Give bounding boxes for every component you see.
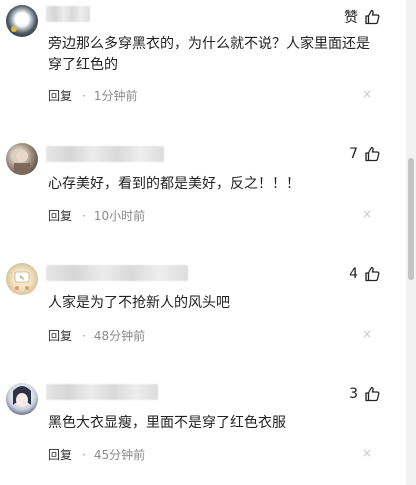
close-icon[interactable]: × [362,446,372,460]
reply-button[interactable]: 回复 [48,446,72,463]
timestamp: 45分钟前 [93,448,146,462]
thumbs-up-icon [365,386,380,402]
comment-meta: 回复 · 45分钟前 [48,446,145,463]
comment-text: 黑色大衣显瘦，里面不是穿了红色衣服 [48,415,286,431]
anime-icon [13,386,31,407]
scrollbar-thumb[interactable] [408,158,414,280]
like-button[interactable]: 3 [349,386,380,402]
separator-dot: · [82,447,86,462]
username[interactable] [46,384,158,400]
like-count: 3 [349,386,358,402]
comment-item: 3 黑色大衣显瘦，里面不是穿了红色衣服 回复 · 45分钟前 × [0,0,404,485]
avatar[interactable] [6,383,38,415]
